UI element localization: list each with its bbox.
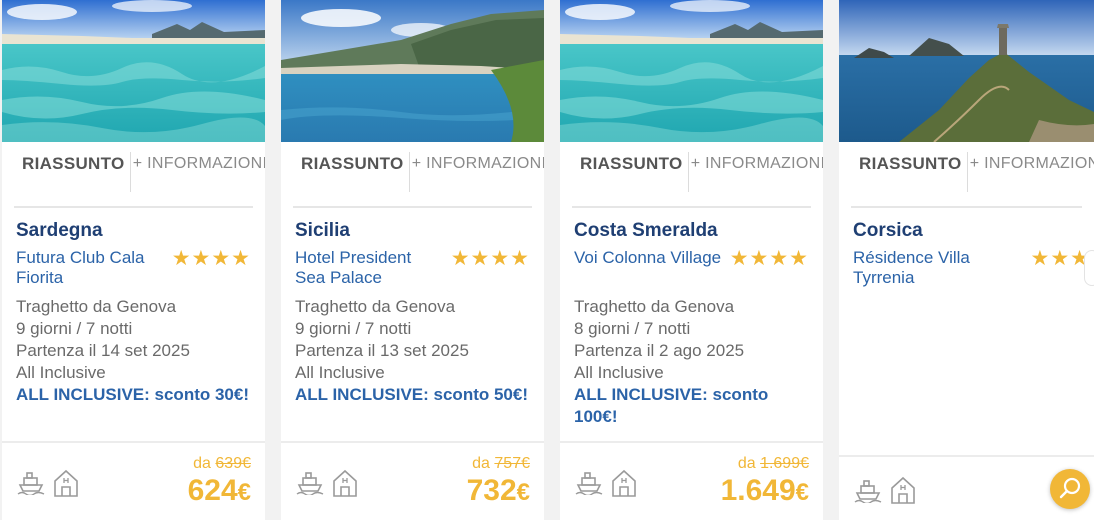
duration-info: 9 giorni / 7 notti xyxy=(16,319,133,338)
footer-divider xyxy=(2,441,265,443)
price-currency: € xyxy=(237,479,251,506)
tab-more-info[interactable]: + INFORMAZIONI xyxy=(967,154,1094,174)
search-button[interactable] xyxy=(1050,469,1090,509)
destination-title: Sardegna xyxy=(16,220,103,241)
hotel-link[interactable]: Résidence Villa Tyrrenia xyxy=(853,248,1003,288)
house-icon xyxy=(612,469,636,497)
offer-details: Traghetto da Genova 8 giorni / 7 notti P… xyxy=(574,296,811,428)
duration-info: 9 giorni / 7 notti xyxy=(295,319,412,338)
promo-text: ALL INCLUSIVE: sconto 100€! xyxy=(574,385,769,426)
price-currency: € xyxy=(516,479,530,506)
offers-carousel: RIASSUNTO + INFORMAZIONI Sardegna Futura… xyxy=(0,0,1094,520)
price-value: 1.649 xyxy=(720,474,796,507)
card-tabs: RIASSUNTO + INFORMAZIONI xyxy=(293,142,544,208)
footer-divider xyxy=(281,441,544,443)
hotel-link[interactable]: Futura Club Cala Fiorita xyxy=(16,248,166,288)
carousel-next-handle[interactable] xyxy=(1084,250,1094,286)
offer-details: Traghetto da Genova 9 giorni / 7 notti P… xyxy=(16,296,253,406)
tab-summary[interactable]: RIASSUNTO xyxy=(301,154,404,174)
board-type: All Inclusive xyxy=(295,363,385,382)
offer-photo[interactable] xyxy=(560,0,823,142)
price-prefix: da xyxy=(472,455,490,472)
transport-info: Traghetto da Genova xyxy=(295,297,456,316)
old-price-value: 639€ xyxy=(215,455,251,472)
price-value: 624 xyxy=(187,474,238,507)
offer-card[interactable]: RIASSUNTO + INFORMAZIONI Corsica Résiden… xyxy=(839,0,1094,520)
destination-title: Costa Smeralda xyxy=(574,220,718,241)
old-price-value: 757€ xyxy=(494,455,530,472)
hotel-link[interactable]: Voi Colonna Village xyxy=(574,248,724,268)
house-icon xyxy=(54,469,78,497)
star-rating: ★★★★ xyxy=(729,247,809,270)
departure-date: Partenza il 13 set 2025 xyxy=(295,341,469,360)
promo-text: ALL INCLUSIVE: sconto 30€! xyxy=(16,385,249,404)
tab-summary[interactable]: RIASSUNTO xyxy=(22,154,125,174)
original-price: da 1.699€ xyxy=(738,455,809,473)
card-tabs: RIASSUNTO + INFORMAZIONI xyxy=(851,142,1094,208)
card-tabs: RIASSUNTO + INFORMAZIONI xyxy=(14,142,265,208)
star-rating: ★★★★ xyxy=(171,247,251,270)
ferry-icon xyxy=(17,472,45,495)
star-rating: ★★★ xyxy=(1030,247,1090,270)
transport-info: Traghetto da Genova xyxy=(574,297,735,316)
search-icon xyxy=(1059,477,1081,499)
promo-text: ALL INCLUSIVE: sconto 50€! xyxy=(295,385,528,404)
card-tabs: RIASSUNTO + INFORMAZIONI xyxy=(572,142,823,208)
star-rating: ★★★★ xyxy=(450,247,530,270)
tab-more-info[interactable]: + INFORMAZIONI xyxy=(130,154,265,174)
departure-date: Partenza il 14 set 2025 xyxy=(16,341,190,360)
tab-summary[interactable]: RIASSUNTO xyxy=(859,154,962,174)
old-price-value: 1.699€ xyxy=(760,455,809,472)
footer-divider xyxy=(839,455,1094,457)
ferry-icon xyxy=(575,472,603,495)
price-prefix: da xyxy=(737,455,756,472)
original-price: da 639€ xyxy=(193,455,251,473)
board-type: All Inclusive xyxy=(16,363,106,382)
offer-photo[interactable] xyxy=(281,0,544,142)
original-price: da 757€ xyxy=(472,455,530,473)
tab-more-info[interactable]: + INFORMAZIONI xyxy=(409,154,544,174)
offer-card[interactable]: RIASSUNTO + INFORMAZIONI Sicilia Hotel P… xyxy=(281,0,544,520)
offer-photo[interactable] xyxy=(2,0,265,142)
discounted-price: 1.649€ xyxy=(721,474,809,508)
price-currency: € xyxy=(795,479,809,506)
price-prefix: da xyxy=(193,455,211,472)
hotel-link[interactable]: Hotel President Sea Palace xyxy=(295,248,445,288)
destination-title: Corsica xyxy=(853,220,923,241)
discounted-price: 624€ xyxy=(188,474,251,508)
offer-card[interactable]: RIASSUNTO + INFORMAZIONI Sardegna Futura… xyxy=(2,0,265,520)
tab-more-info[interactable]: + INFORMAZIONI xyxy=(688,154,823,174)
departure-date: Partenza il 2 ago 2025 xyxy=(574,341,745,360)
duration-info: 8 giorni / 7 notti xyxy=(574,319,691,338)
house-icon xyxy=(333,469,357,497)
offer-card[interactable]: RIASSUNTO + INFORMAZIONI Costa Smeralda … xyxy=(560,0,823,520)
transport-info: Traghetto da Genova xyxy=(16,297,177,316)
offer-photo[interactable] xyxy=(839,0,1094,142)
price-value: 732 xyxy=(466,474,517,507)
board-type: All Inclusive xyxy=(574,363,664,382)
destination-title: Sicilia xyxy=(295,220,350,241)
house-icon xyxy=(891,476,915,504)
ferry-icon xyxy=(296,472,324,495)
offer-details: Traghetto da Genova 9 giorni / 7 notti P… xyxy=(295,296,532,406)
ferry-icon xyxy=(854,480,882,503)
tab-summary[interactable]: RIASSUNTO xyxy=(580,154,683,174)
footer-divider xyxy=(560,441,823,443)
discounted-price: 732€ xyxy=(467,474,530,508)
